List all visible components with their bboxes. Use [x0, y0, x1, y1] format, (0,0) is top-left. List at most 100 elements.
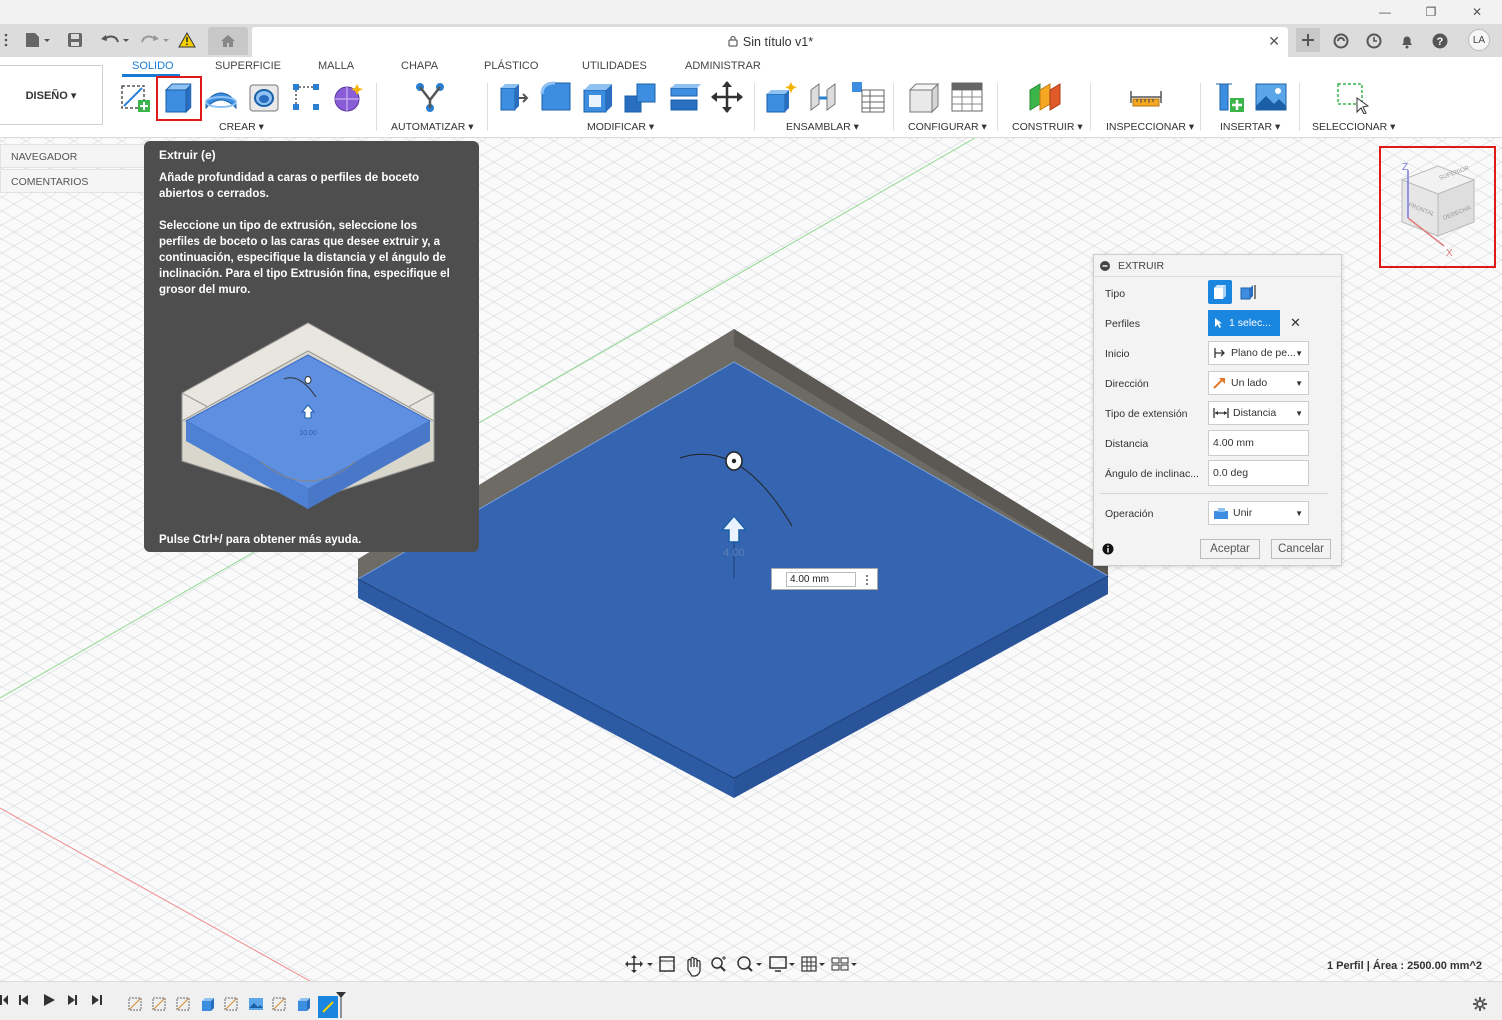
file-menu-icon[interactable]: [22, 31, 52, 49]
timeline-sketch-icon[interactable]: [272, 996, 288, 1012]
tab-superficie[interactable]: SUPERFICIE: [215, 60, 281, 72]
viewports-icon[interactable]: [831, 957, 857, 971]
go-to-end-icon[interactable]: [90, 993, 104, 1010]
select-window-icon[interactable]: [1334, 79, 1370, 115]
app-menu-icon[interactable]: [2, 31, 10, 49]
joint-icon[interactable]: [806, 79, 842, 115]
angulo-input[interactable]: 0.0 deg: [1208, 460, 1309, 486]
tab-malla[interactable]: MALLA: [318, 60, 354, 72]
cancel-button[interactable]: Cancelar: [1271, 539, 1331, 559]
pattern-icon[interactable]: [288, 79, 324, 115]
more-options-icon[interactable]: [865, 574, 869, 586]
go-to-start-icon[interactable]: [0, 993, 10, 1010]
dialog-header[interactable]: EXTRUIR: [1094, 255, 1341, 277]
group-label-automatizar[interactable]: AUTOMATIZAR ▾: [391, 121, 473, 133]
document-tab[interactable]: Sin título v1* ✕: [252, 27, 1288, 57]
ok-button[interactable]: Aceptar: [1200, 539, 1260, 559]
group-label-inspeccionar[interactable]: INSPECCIONAR ▾: [1106, 121, 1194, 133]
tab-administrar[interactable]: ADMINISTRAR: [685, 60, 761, 72]
fillet-icon[interactable]: [538, 79, 574, 115]
workspace-switcher-button[interactable]: DISEÑO ▾: [0, 65, 103, 125]
clear-selection-icon[interactable]: ✕: [1290, 315, 1301, 331]
move-copy-icon[interactable]: [709, 79, 745, 115]
close-tab-icon[interactable]: ✕: [1268, 33, 1280, 50]
operacion-select[interactable]: Unir ▼: [1208, 501, 1309, 525]
fit-zoom-icon[interactable]: [737, 956, 762, 972]
offset-plane-icon[interactable]: [1027, 79, 1063, 115]
collapse-icon[interactable]: [1100, 261, 1110, 271]
group-label-construir[interactable]: CONSTRUIR ▾: [1012, 121, 1083, 133]
configure-icon[interactable]: [906, 79, 942, 115]
profiles-selection-button[interactable]: 1 selec...: [1208, 310, 1280, 336]
timeline-current-feature-icon[interactable]: [316, 992, 346, 1020]
help-icon[interactable]: ?: [1429, 30, 1451, 52]
group-label-seleccionar[interactable]: SELECCIONAR ▾: [1312, 121, 1395, 133]
notifications-bell-icon[interactable]: [1396, 30, 1418, 52]
configuration-table-icon[interactable]: [950, 79, 986, 115]
timeline-sketch-icon[interactable]: [152, 996, 168, 1012]
tab-utilidades[interactable]: UTILIDADES: [582, 60, 647, 72]
grid-settings-icon[interactable]: [801, 956, 825, 972]
history-clock-icon[interactable]: [1363, 30, 1385, 52]
undo-icon[interactable]: [100, 31, 130, 49]
job-status-icon[interactable]: [1330, 30, 1352, 52]
play-icon[interactable]: [42, 993, 56, 1010]
group-label-crear[interactable]: CREAR ▾: [219, 121, 264, 133]
redo-icon[interactable]: [140, 31, 170, 49]
step-back-icon[interactable]: [16, 993, 30, 1010]
orbit-icon[interactable]: [625, 955, 653, 973]
extension-type-select[interactable]: Distancia ▼: [1208, 401, 1309, 425]
timeline-sketch-icon[interactable]: [128, 996, 144, 1012]
new-component-icon[interactable]: [763, 79, 799, 115]
combine-icon[interactable]: [623, 79, 659, 115]
minimize-button[interactable]: —: [1362, 0, 1408, 24]
distance-inline-input[interactable]: 4.00 mm: [786, 572, 856, 587]
insert-derive-icon[interactable]: [1211, 79, 1247, 115]
close-window-button[interactable]: ✕: [1454, 0, 1500, 24]
pan-hand-icon[interactable]: [687, 956, 701, 977]
save-icon[interactable]: [66, 31, 84, 49]
browser-comments-row[interactable]: COMENTARIOS: [0, 169, 145, 193]
tab-chapa[interactable]: CHAPA: [401, 60, 438, 72]
timeline-sketch-icon[interactable]: [176, 996, 192, 1012]
group-label-insertar[interactable]: INSERTAR ▾: [1220, 121, 1280, 133]
type-solid-button[interactable]: [1208, 280, 1232, 304]
split-body-icon[interactable]: [667, 79, 703, 115]
info-icon[interactable]: [1102, 543, 1114, 555]
create-sketch-icon[interactable]: [117, 79, 153, 115]
group-label-configurar[interactable]: CONFIGURAR ▾: [908, 121, 987, 133]
timeline-extrude-icon[interactable]: [296, 996, 312, 1012]
look-at-icon[interactable]: [659, 956, 675, 972]
group-label-ensamblar[interactable]: ENSAMBLAR ▾: [786, 121, 859, 133]
bill-of-materials-icon[interactable]: [850, 79, 886, 115]
tab-solido[interactable]: SOLIDO: [132, 60, 174, 72]
group-label-modificar[interactable]: MODIFICAR ▾: [587, 121, 654, 133]
distancia-input[interactable]: 4.00 mm: [1208, 430, 1309, 456]
press-pull-icon[interactable]: [494, 79, 530, 115]
timeline-canvas-icon[interactable]: [248, 996, 264, 1012]
step-forward-icon[interactable]: [66, 993, 80, 1010]
restore-button[interactable]: ❐: [1408, 0, 1454, 24]
zoom-icon[interactable]: [711, 956, 726, 972]
shell-icon[interactable]: [580, 79, 616, 115]
revolve-icon[interactable]: [203, 79, 239, 115]
measure-icon[interactable]: [1128, 79, 1164, 115]
timeline-extrude-icon[interactable]: [200, 996, 216, 1012]
warning-icon[interactable]: [177, 31, 197, 49]
tab-plastico[interactable]: PLÁSTICO: [484, 60, 538, 72]
automate-icon[interactable]: [412, 79, 448, 115]
inicio-select[interactable]: Plano de pe... ▼: [1208, 341, 1309, 365]
browser-navigator-row[interactable]: NAVEGADOR: [0, 144, 145, 168]
direccion-select[interactable]: Un lado ▼: [1208, 371, 1309, 395]
new-tab-icon[interactable]: [1296, 28, 1320, 52]
direccion-value: Un lado: [1231, 377, 1268, 389]
type-thin-button[interactable]: [1236, 280, 1260, 304]
insert-canvas-icon[interactable]: [1253, 79, 1289, 115]
hole-icon[interactable]: [246, 79, 282, 115]
create-form-icon[interactable]: [330, 79, 366, 115]
home-tab-button[interactable]: [208, 27, 248, 55]
user-avatar[interactable]: LA: [1468, 29, 1490, 51]
display-settings-icon[interactable]: [769, 956, 795, 972]
timeline-sketch-icon[interactable]: [224, 996, 240, 1012]
timeline-settings-gear-icon[interactable]: [1472, 996, 1488, 1012]
